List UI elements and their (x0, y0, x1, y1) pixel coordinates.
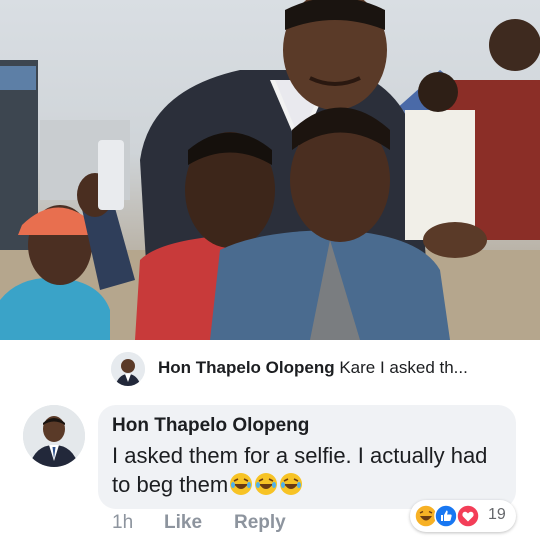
like-button[interactable]: Like (164, 512, 202, 534)
comment-author[interactable]: Hon Thapelo Olopeng (112, 415, 309, 437)
post-photo[interactable] (0, 0, 540, 340)
reaction-count: 19 (488, 506, 506, 523)
reply-button[interactable]: Reply (234, 512, 286, 534)
preview-text: Hon Thapelo Olopeng Kare I asked th... (158, 358, 528, 378)
like-reaction-icon (434, 504, 458, 528)
reaction-summary[interactable]: 19 (410, 500, 516, 532)
preview-snippet: Kare I asked th... (339, 358, 468, 377)
comment-bubble: Hon Thapelo Olopeng I asked them for a s… (98, 405, 516, 509)
preview-author[interactable]: Hon Thapelo Olopeng (158, 358, 335, 377)
comment-text: I asked them for a selfie. I actually ha… (112, 441, 502, 499)
laughing-emoji-icon (255, 473, 278, 495)
love-reaction-icon (456, 504, 480, 528)
laughing-emoji-icon (280, 473, 303, 495)
comment-timestamp[interactable]: 1h (112, 512, 133, 534)
phone (98, 140, 124, 210)
avatar[interactable] (111, 352, 145, 386)
laughing-emoji-icon (230, 473, 253, 495)
avatar[interactable] (23, 405, 85, 467)
reply-preview[interactable]: Hon Thapelo Olopeng Kare I asked th... (0, 340, 540, 396)
selfie-photo-illustration (0, 0, 540, 340)
